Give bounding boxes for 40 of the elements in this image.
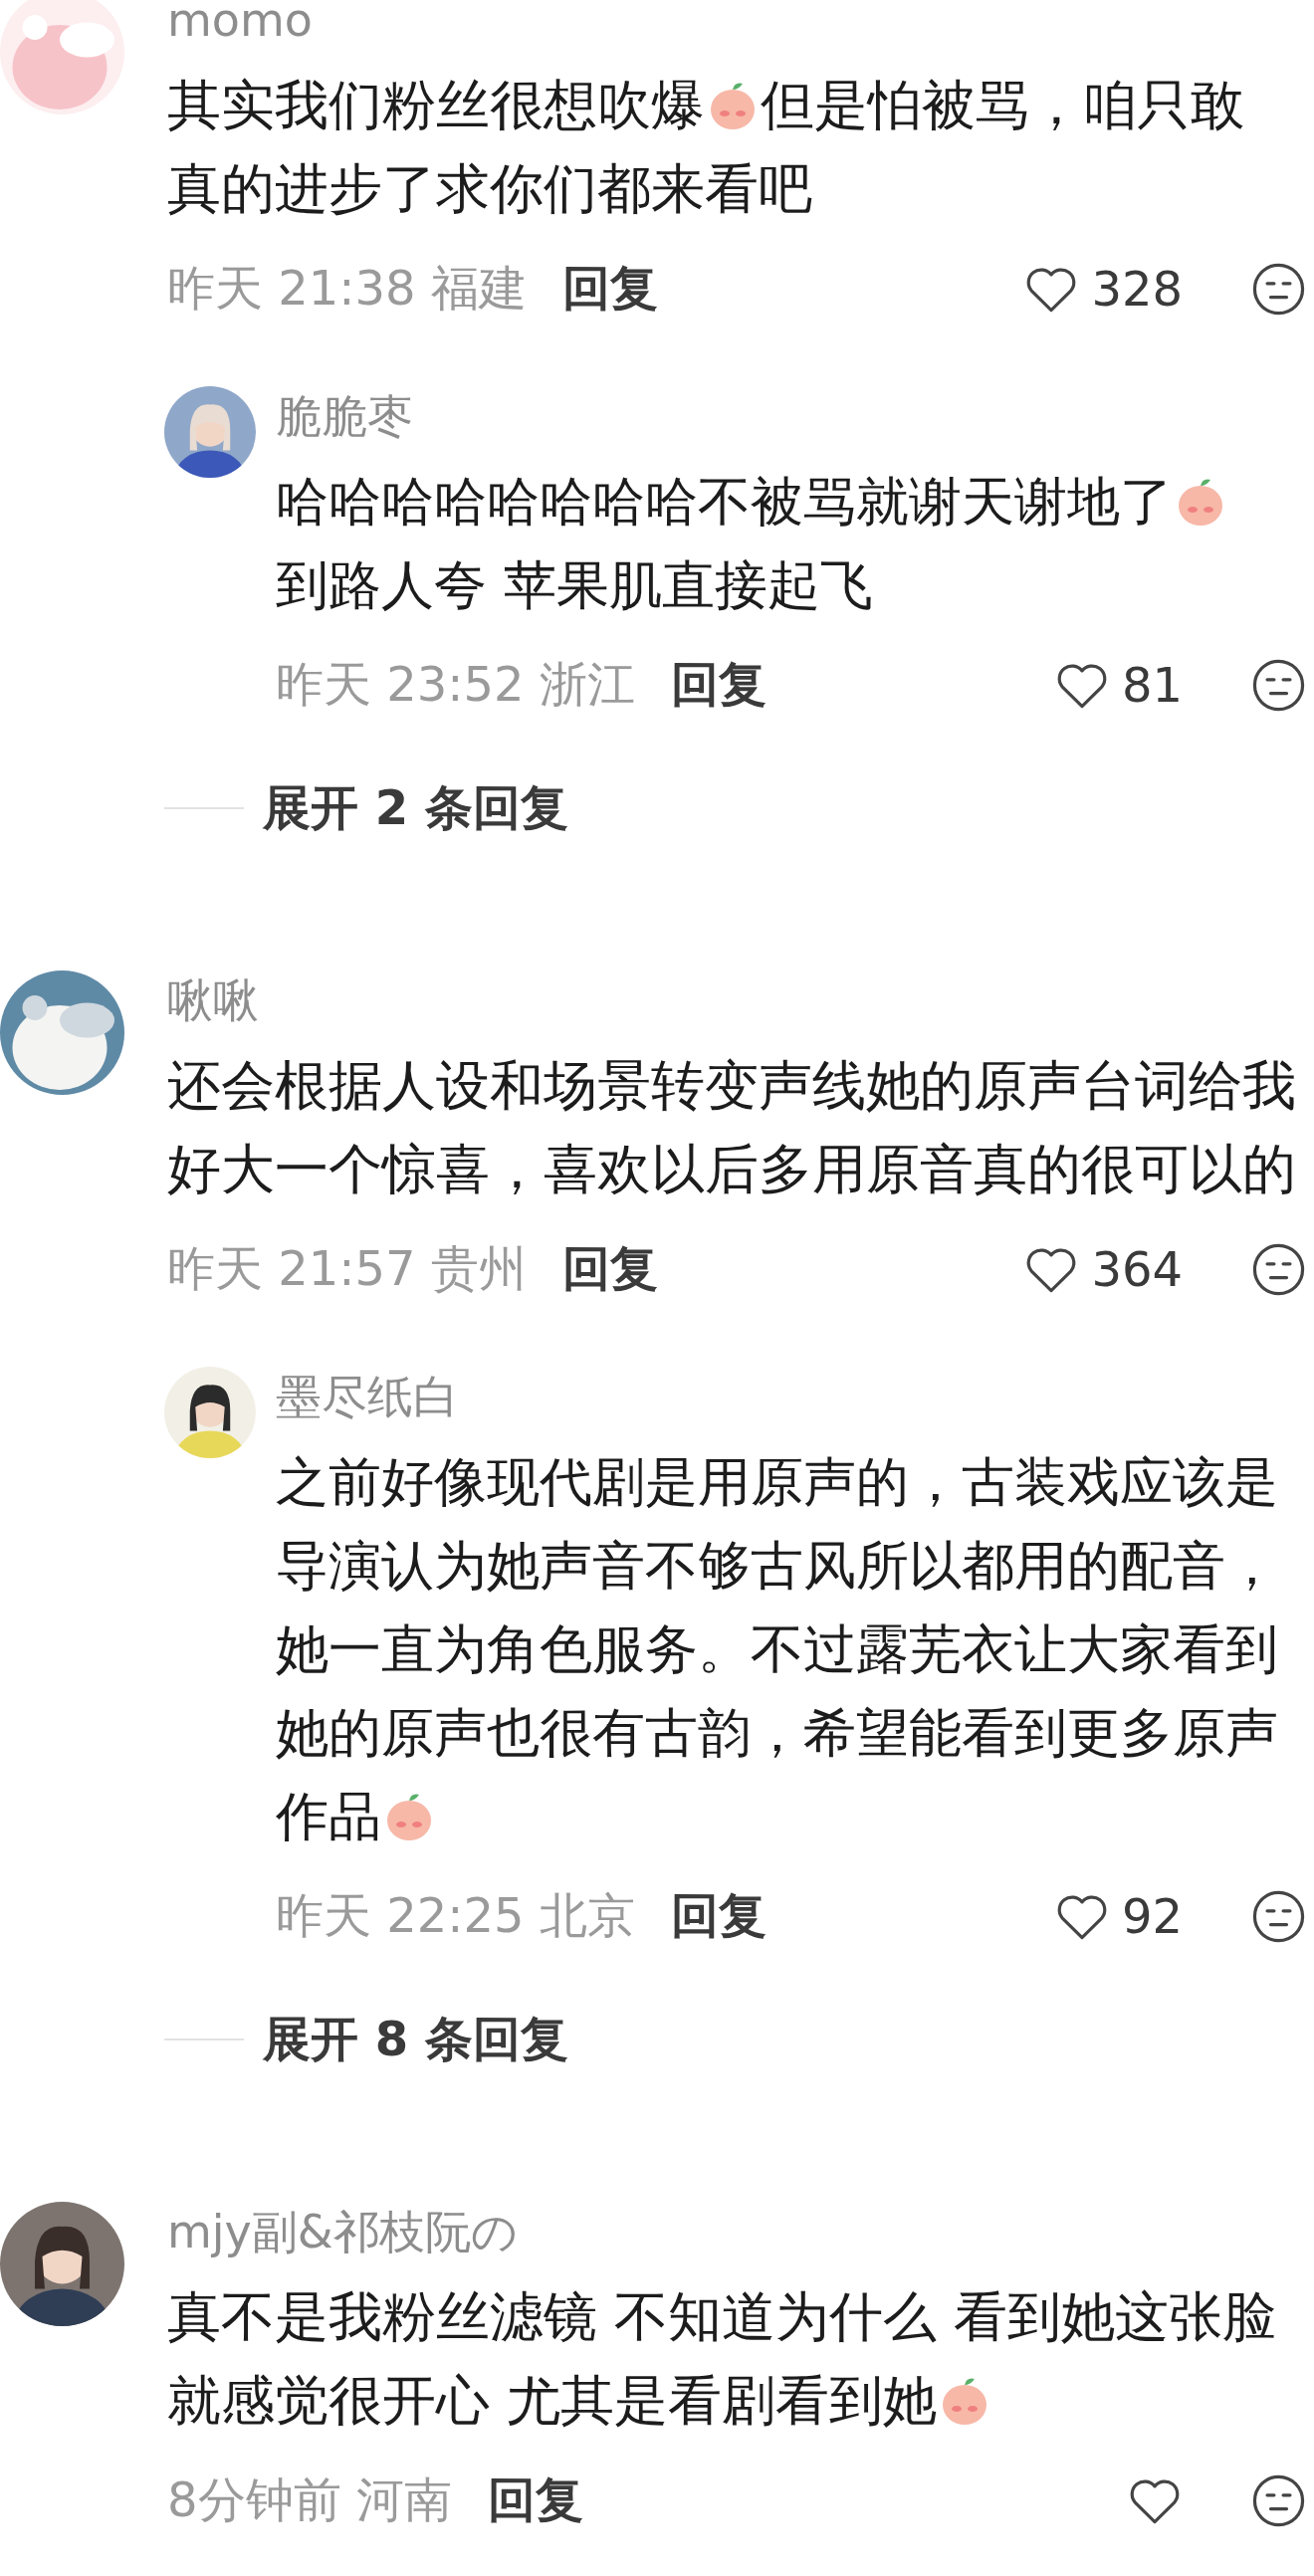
reply-button[interactable]: 回复	[670, 653, 766, 717]
comment-text: 到路人夸 苹果肌直接起飞	[276, 553, 873, 617]
reply-button[interactable]: 回复	[561, 1237, 658, 1301]
dislike-icon[interactable]	[1251, 1888, 1306, 1944]
comment-text: 好大一个惊喜，喜欢以后多用原音真的很可以的	[167, 1137, 1296, 1202]
comment-text: 真的进步了求你们都来看吧	[167, 156, 812, 222]
dislike-icon[interactable]	[1251, 2472, 1306, 2528]
comment-text: 但是怕被骂，咱只敢	[761, 73, 1244, 138]
comment-time: 昨天 23:52 浙江	[276, 655, 635, 714]
comment-text: 作品	[276, 1785, 381, 1848]
like-button[interactable]: 81	[1053, 657, 1183, 713]
reply-button[interactable]: 回复	[561, 257, 658, 321]
comment-text: 还会根据人设和场景转变声线她的原声台词给我	[167, 1053, 1296, 1119]
author-name: 脆脆枣	[276, 388, 413, 445]
comment-text: 就感觉很开心 尤其是看剧看到她	[167, 2368, 938, 2434]
comment-text: 她的原声也很有古韵，希望能看到更多原声	[276, 1701, 1278, 1765]
like-button[interactable]: 92	[1053, 1888, 1183, 1944]
reply-button[interactable]: 回复	[670, 1884, 766, 1948]
reply-button[interactable]: 回复	[487, 2469, 583, 2532]
comment-time: 昨天 21:38 福建	[167, 259, 527, 318]
dislike-icon[interactable]	[1251, 1241, 1306, 1297]
comment-text: 她一直为角色服务。不过露芜衣让大家看到	[276, 1617, 1278, 1681]
comment-text: 其实我们粉丝很想吹爆	[167, 73, 705, 138]
dislike-icon[interactable]	[1251, 657, 1306, 713]
author-name: 墨尽纸白	[276, 1369, 459, 1425]
like-button[interactable]: 364	[1023, 1241, 1183, 1297]
comment-text: 真不是我粉丝滤镜 不知道为什么 看到她这张脸	[167, 2284, 1277, 2350]
comment-time: 8分钟前 河南	[167, 2470, 452, 2529]
like-button[interactable]: 328	[1023, 261, 1183, 317]
comment-text: 哈哈哈哈哈哈哈哈不被骂就谢天谢地了	[276, 470, 1173, 534]
comment-text: 导演认为她声音不够古风所以都用的配音，	[276, 1534, 1278, 1598]
comment-text: 之前好像现代剧是用原声的，古装戏应该是	[276, 1450, 1278, 1514]
author-name: 啾啾	[167, 972, 259, 1029]
author-name: mjy副&祁枝阮の	[167, 2204, 518, 2260]
author-name: momo	[167, 0, 313, 49]
comment-time: 昨天 22:25 北京	[276, 1886, 635, 1945]
expand-replies-button[interactable]: 展开 8 条回复	[263, 2008, 568, 2071]
dislike-icon[interactable]	[1251, 261, 1306, 317]
expand-replies-button[interactable]: 展开 2 条回复	[263, 776, 568, 840]
comment-time: 昨天 21:57 贵州	[167, 1239, 527, 1298]
